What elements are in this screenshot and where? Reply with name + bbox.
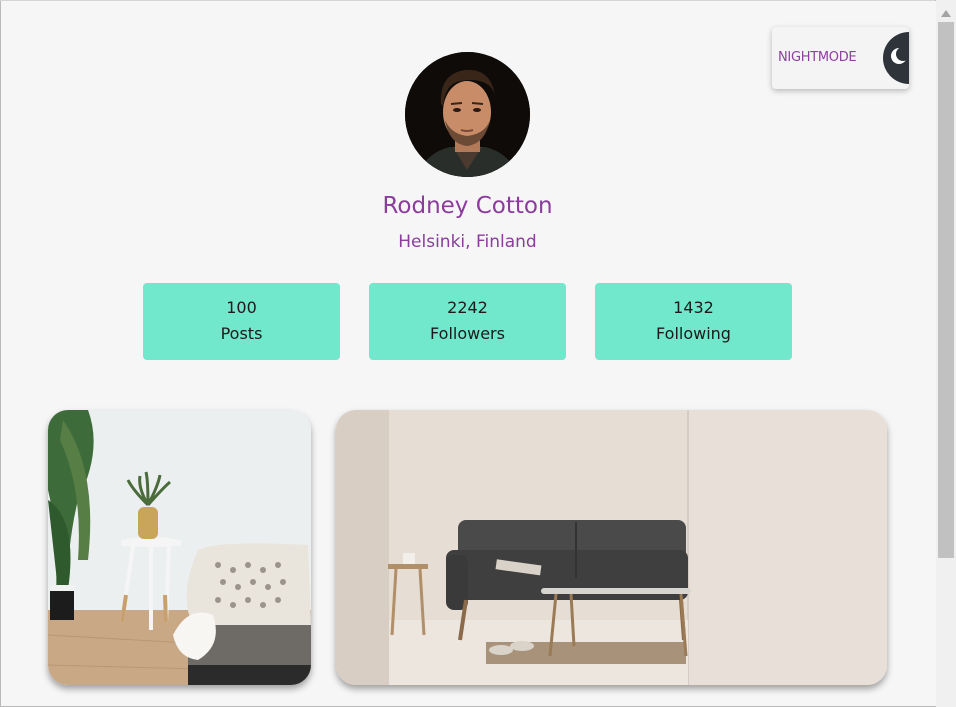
scroll-up-arrow[interactable] <box>936 0 956 22</box>
top-border <box>0 0 935 1</box>
gallery-photo-livingroom[interactable] <box>336 410 887 685</box>
stat-value: 1432 <box>673 298 714 317</box>
stat-label: Followers <box>430 324 505 343</box>
gallery-photo-bedroom[interactable] <box>48 410 311 685</box>
stat-label: Following <box>656 324 731 343</box>
stat-posts[interactable]: 100 Posts <box>143 283 340 360</box>
stat-following[interactable]: 1432 Following <box>595 283 792 360</box>
profile-location: Helsinki, Finland <box>398 232 537 252</box>
nightmode-knob[interactable] <box>883 32 909 84</box>
avatar <box>405 52 530 177</box>
scroll-thumb[interactable] <box>938 22 954 558</box>
stat-label: Posts <box>220 324 263 343</box>
moon-icon <box>889 46 909 70</box>
stat-value: 2242 <box>447 298 488 317</box>
stat-followers[interactable]: 2242 Followers <box>369 283 566 360</box>
nightmode-toggle[interactable]: NIGHTMODE <box>772 27 909 89</box>
nightmode-label: NIGHTMODE <box>778 50 857 65</box>
vertical-scrollbar[interactable] <box>936 0 956 707</box>
triangle-up-icon <box>941 2 951 21</box>
stat-value: 100 <box>226 298 257 317</box>
profile-name: Rodney Cotton <box>382 193 553 219</box>
